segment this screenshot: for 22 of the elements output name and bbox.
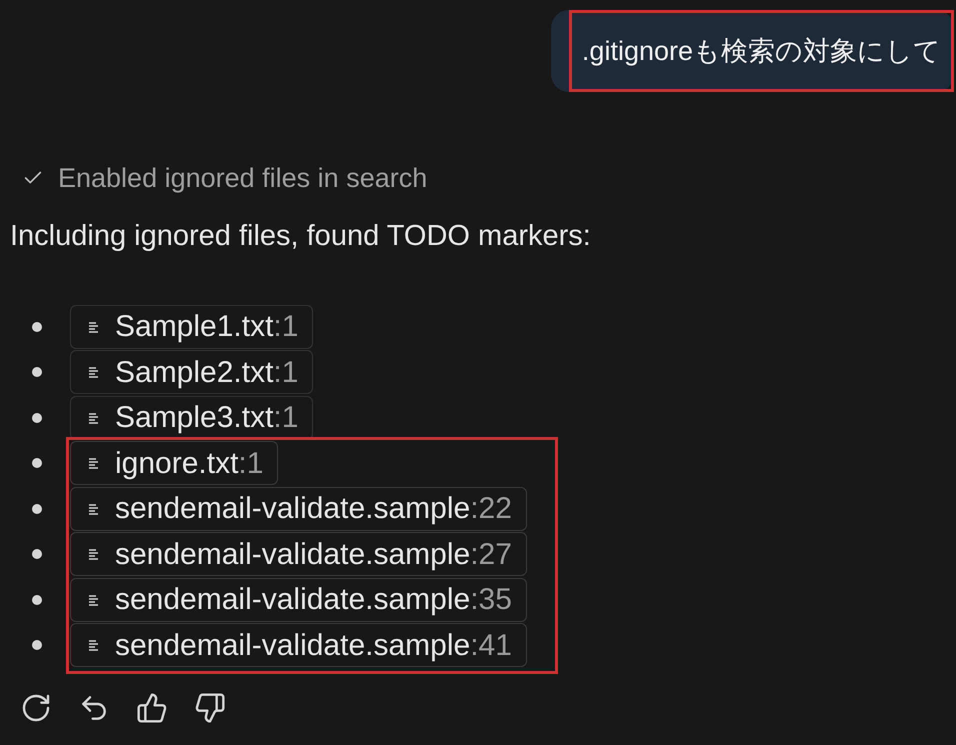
retry-icon[interactable] [20, 692, 52, 724]
file-chip[interactable]: sendemail-validate.sample:22 [70, 486, 527, 531]
file-lines-icon [87, 456, 101, 470]
thumbs-down-icon[interactable] [194, 692, 226, 724]
file-chip[interactable]: Sample3.txt:1 [70, 396, 314, 440]
file-lines-icon [87, 502, 101, 516]
status-text: Enabled ignored files in search [58, 162, 428, 195]
file-lines-icon [87, 638, 101, 652]
file-lines-icon [87, 365, 101, 380]
file-lines-icon [87, 410, 101, 425]
file-chip[interactable]: sendemail-validate.sample:41 [70, 623, 527, 668]
file-chip[interactable]: ignore.txt:1 [70, 441, 278, 486]
file-chip[interactable]: Sample2.txt:1 [70, 350, 314, 394]
file-lines-icon [87, 592, 101, 607]
file-lines-icon [87, 547, 101, 562]
file-chip[interactable]: sendemail-validate.sample:27 [70, 532, 527, 576]
file-chip[interactable]: sendemail-validate.sample:35 [70, 578, 527, 622]
user-message-text: .gitignoreも検索の対象にして [582, 34, 941, 68]
response-text: Including ignored files, found TODO markers: [9, 218, 592, 254]
file-lines-icon [87, 320, 101, 334]
file-chip[interactable]: Sample1.txt:1 [70, 304, 314, 349]
thumbs-up-icon[interactable] [136, 692, 168, 724]
